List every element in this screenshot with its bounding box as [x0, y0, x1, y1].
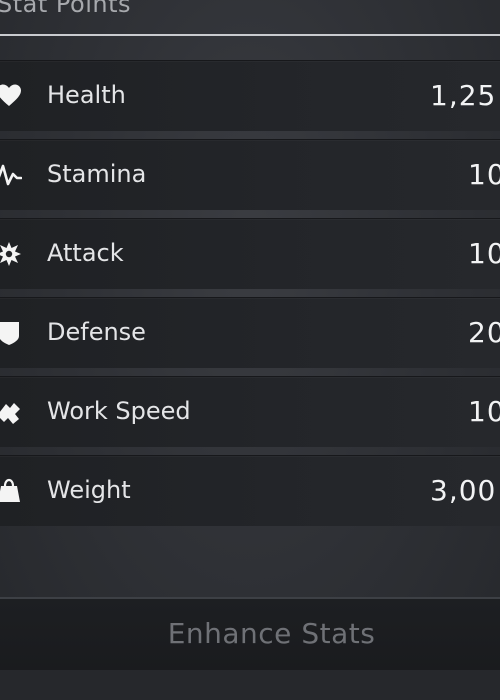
stat-label-health: Health: [47, 81, 126, 109]
stat-row-stamina[interactable]: Stamina 10: [0, 139, 500, 210]
stat-label-attack: Attack: [47, 239, 124, 267]
stat-list: Health 1,25 Stamina 10 Attack 10 Defense…: [0, 60, 500, 534]
stat-label-weight: Weight: [47, 476, 131, 504]
stat-label-defense: Defense: [47, 318, 146, 346]
burst-icon: [0, 241, 22, 267]
enhance-stats-label: Enhance Stats: [167, 617, 376, 650]
stat-row-attack[interactable]: Attack 10: [0, 218, 500, 289]
stat-row-health[interactable]: Health 1,25: [0, 60, 500, 131]
stat-label-stamina: Stamina: [47, 160, 147, 188]
work-speed-icon: [0, 399, 22, 425]
stat-value-defense: 20: [468, 316, 500, 349]
stamina-wave-icon: [0, 162, 22, 188]
shield-icon: [0, 320, 22, 346]
stat-value-stamina: 10: [468, 158, 500, 191]
stat-row-weight[interactable]: Weight 3,00: [0, 455, 500, 526]
action-bar: Enhance Stats: [0, 597, 500, 672]
stats-header: Stat Points: [0, 0, 500, 40]
stat-value-health: 1,25: [430, 79, 497, 112]
header-divider: [0, 34, 500, 36]
stat-value-attack: 10: [468, 237, 500, 270]
stat-row-defense[interactable]: Defense 20: [0, 297, 500, 368]
header-title: Stat Points: [0, 0, 131, 18]
stat-value-weight: 3,00: [430, 474, 497, 507]
enhance-stats-button[interactable]: Enhance Stats: [0, 599, 500, 671]
footer-strip: [0, 670, 500, 700]
stat-label-work-speed: Work Speed: [47, 397, 191, 425]
stat-value-work-speed: 10: [468, 395, 500, 428]
weight-bag-icon: [0, 478, 22, 504]
heart-icon: [0, 83, 22, 109]
stats-screen: Stat Points Health 1,25 Stamina 10 Attac…: [0, 0, 500, 700]
stat-row-work-speed[interactable]: Work Speed 10: [0, 376, 500, 447]
